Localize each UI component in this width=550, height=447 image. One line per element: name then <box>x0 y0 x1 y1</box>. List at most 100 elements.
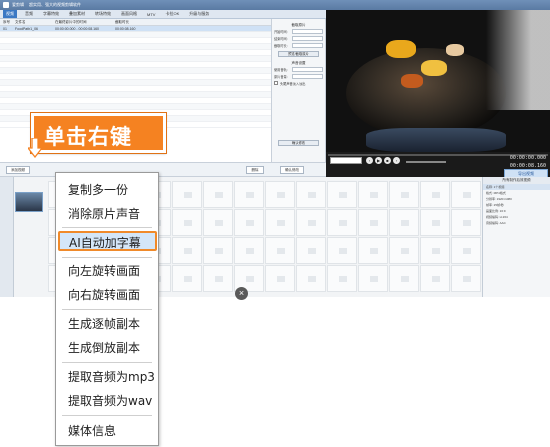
tab-upgrade[interactable]: 升级与服务 <box>187 11 211 17</box>
duration-label: 截取时长: <box>274 44 288 48</box>
timeline-slot[interactable] <box>296 237 326 264</box>
timeline-slot[interactable] <box>265 181 295 208</box>
menu-item-extract-wav[interactable]: 提取音频为wav <box>56 391 158 411</box>
timeline-slot[interactable] <box>203 265 233 292</box>
row-time: 00:00:00.000 - 00:00:08.160 <box>55 26 99 31</box>
timeline-slot[interactable] <box>420 209 450 236</box>
tab-transitions[interactable]: 转场特效 <box>93 11 113 17</box>
tab-video[interactable]: 视频 <box>3 10 17 18</box>
timeline-slot[interactable] <box>327 209 357 236</box>
timeline-slot[interactable] <box>296 181 326 208</box>
tab-subtitle-effects[interactable]: 字幕特效 <box>41 11 61 17</box>
timeline-slot[interactable] <box>172 209 202 236</box>
timeline-slot[interactable] <box>296 209 326 236</box>
menu-item-frame-copy[interactable]: 生成逐帧副本 <box>56 314 158 334</box>
list-toolbar: 添加视频 删除 确认修改 <box>0 162 326 177</box>
timeline-slot[interactable] <box>451 237 481 264</box>
timeline-slot[interactable] <box>327 265 357 292</box>
tab-overlay[interactable]: 叠加素材 <box>67 11 87 17</box>
menu-item-rotate-right[interactable]: 向右旋转画面 <box>56 285 158 305</box>
timeline-slot[interactable] <box>172 181 202 208</box>
clip-thumbnail[interactable] <box>15 192 43 212</box>
timeline-slot[interactable] <box>172 265 202 292</box>
timeline-slot[interactable] <box>389 265 419 292</box>
preview-food-piece <box>421 60 447 76</box>
timeline-slot[interactable] <box>358 237 388 264</box>
volume-label: 原片音量: <box>274 75 288 79</box>
timeline-slot[interactable] <box>265 237 295 264</box>
timeline-slot[interactable] <box>420 265 450 292</box>
close-icon[interactable]: × <box>235 287 248 300</box>
menu-item-duplicate[interactable]: 复制多一份 <box>56 180 158 200</box>
prev-frame-icon[interactable]: ‹ <box>366 157 373 164</box>
timeline-slot[interactable] <box>203 209 233 236</box>
timeline-slot[interactable] <box>296 265 326 292</box>
timeline-slot[interactable] <box>451 209 481 236</box>
timeline-slot[interactable] <box>420 237 450 264</box>
menu-separator <box>62 309 152 310</box>
timeline-slot[interactable] <box>358 265 388 292</box>
jump-time-field[interactable] <box>330 157 362 164</box>
confirm-button[interactable]: 确认修改 <box>278 140 319 146</box>
menu-item-rotate-left[interactable]: 向左旋转画面 <box>56 261 158 281</box>
duration-field[interactable] <box>292 43 323 48</box>
timeline-slot[interactable] <box>234 181 264 208</box>
menu-item-extract-mp3[interactable]: 提取音频为mp3 <box>56 367 158 387</box>
delete-button[interactable]: 删除 <box>246 166 264 174</box>
timeline-slot[interactable] <box>327 237 357 264</box>
menu-item-media-info[interactable]: 媒体信息 <box>56 421 158 441</box>
row-duration: 00:00:08.160 <box>115 26 136 31</box>
timeline-slot[interactable] <box>234 209 264 236</box>
preview-burner <box>366 128 506 152</box>
menu-item-reverse-copy[interactable]: 生成倒放副本 <box>56 338 158 358</box>
next-frame-icon[interactable]: › <box>393 157 400 164</box>
app-logo-icon <box>3 2 9 8</box>
volume-slider[interactable] <box>292 74 323 79</box>
timeline-slot[interactable] <box>327 181 357 208</box>
menu-item-mute-original[interactable]: 消除原片声音 <box>56 204 158 224</box>
tab-audio[interactable]: 音频 <box>23 11 35 17</box>
fade-checkbox[interactable]: 头尾声音淡入淡出 <box>272 80 325 86</box>
timeline-slot[interactable] <box>234 237 264 264</box>
preview-food-piece <box>386 40 416 58</box>
output-info-panel: 所有制作后效视频 名称: 1个视频 格式: MP4格式 分辨率: 1920×10… <box>482 177 550 297</box>
timeline-slot[interactable] <box>420 181 450 208</box>
stop-icon[interactable]: ■ <box>384 157 391 164</box>
timeline-slot[interactable] <box>451 181 481 208</box>
menu-item-ai-subtitles[interactable]: AI自动加字幕 <box>58 231 157 251</box>
timeline-slot[interactable] <box>358 181 388 208</box>
track-select[interactable] <box>292 67 323 72</box>
timeline-slot[interactable] <box>203 181 233 208</box>
menu-separator <box>62 227 152 228</box>
timeline-slot[interactable] <box>451 265 481 292</box>
row-name: FoodPath1_06 <box>15 26 38 31</box>
tab-styles[interactable]: 画面风格 <box>119 11 139 17</box>
preview-trim-button[interactable]: 预览/截取原片 <box>278 51 319 57</box>
end-time-field[interactable] <box>292 36 323 41</box>
end-time-label: 结束时间: <box>274 37 288 41</box>
timeline-side-tab <box>0 177 14 297</box>
timeline-slot[interactable] <box>172 237 202 264</box>
confirm-edit-button[interactable]: 确认修改 <box>280 166 304 174</box>
col-num: 序号 <box>3 19 10 24</box>
timeline-slot[interactable] <box>389 237 419 264</box>
add-video-button[interactable]: 添加视频 <box>6 166 30 174</box>
timeline-slot[interactable] <box>389 181 419 208</box>
tab-karaoke[interactable]: 卡拉OK <box>163 11 181 17</box>
volume-bar[interactable] <box>406 161 446 163</box>
menu-separator <box>62 415 152 416</box>
start-time-field[interactable] <box>292 29 323 34</box>
end-time-row: 结束时间: <box>272 35 325 42</box>
title-bar: 爱剪辑 超实用、强大的视频剪辑软件 <box>0 0 550 10</box>
play-icon[interactable]: ▶ <box>375 157 382 164</box>
clip-properties-panel: 截取原片 开始时间: 结束时间: 截取时长: 预览/截取原片 声音设置 使用音轨… <box>272 19 326 162</box>
current-time: 00:00:00.000 <box>509 155 546 161</box>
timeline-slot[interactable] <box>358 209 388 236</box>
track-label: 使用音轨: <box>274 68 288 72</box>
timeline-slot[interactable] <box>389 209 419 236</box>
timeline-slot[interactable] <box>203 237 233 264</box>
timeline-slot[interactable] <box>265 209 295 236</box>
timeline-slot[interactable] <box>265 265 295 292</box>
tab-mtv[interactable]: MTV <box>145 12 157 17</box>
preview-food-piece <box>446 44 464 56</box>
